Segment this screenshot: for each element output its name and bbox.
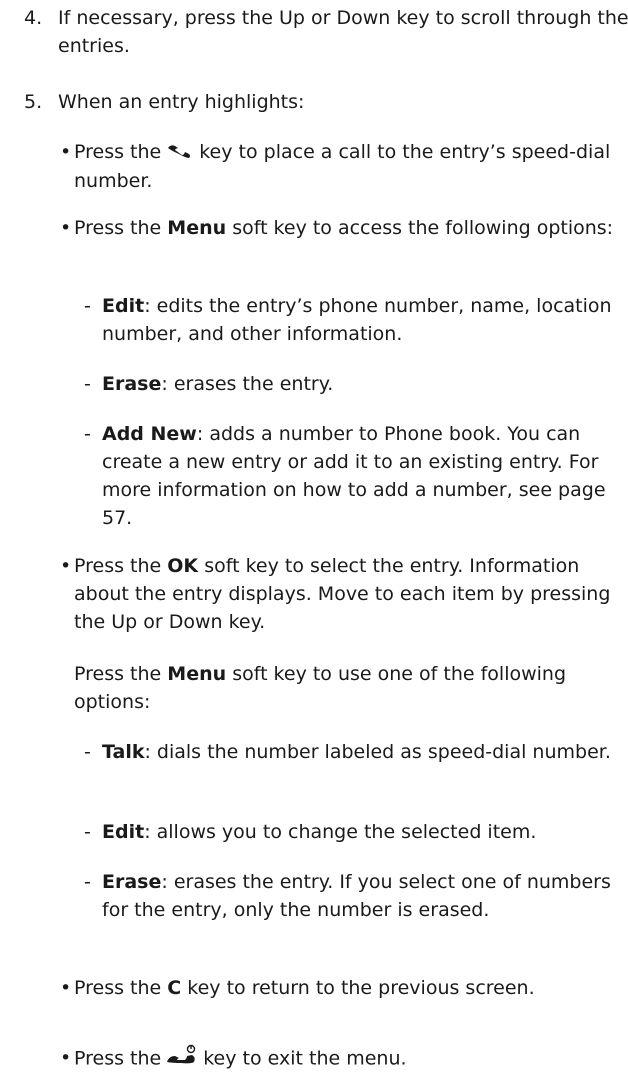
step-number: 5. bbox=[24, 91, 43, 113]
menu-key-label: Menu bbox=[167, 217, 227, 239]
bullet-dot: • bbox=[60, 555, 72, 577]
dash: - bbox=[84, 871, 91, 893]
bullet-dot: • bbox=[60, 977, 72, 999]
dash: - bbox=[84, 423, 91, 445]
option-desc: : erases the entry. bbox=[161, 373, 334, 395]
para-pre: Press the bbox=[74, 663, 162, 685]
bullet-pre: Press the bbox=[74, 217, 162, 239]
menu-key-label: Menu bbox=[167, 663, 227, 685]
bullet-dot: • bbox=[60, 217, 72, 239]
end-key-icon bbox=[165, 1044, 199, 1074]
dash: - bbox=[84, 821, 91, 843]
bullet-dot: • bbox=[60, 141, 72, 163]
dash: - bbox=[84, 295, 91, 317]
option-label: Add New bbox=[102, 423, 197, 445]
ok-key-label: OK bbox=[167, 555, 199, 577]
bullet-pre: Press the bbox=[74, 1047, 162, 1070]
ok-menu-paragraph: Press the Menu soft key to use one of th… bbox=[74, 660, 614, 716]
bullet-pre: Press the bbox=[74, 977, 162, 999]
bullet-dot: • bbox=[60, 1047, 72, 1069]
bullet-post: key to exit the menu. bbox=[203, 1047, 407, 1070]
option-label: Talk bbox=[102, 741, 145, 763]
option-desc: : edits the entry’s phone number, name, … bbox=[102, 295, 612, 345]
bullet-post: key to return to the previous screen. bbox=[187, 977, 535, 999]
step-text: When an entry highlights: bbox=[58, 91, 305, 113]
c-key-label: C bbox=[167, 977, 182, 999]
option-label: Erase bbox=[102, 871, 162, 893]
step-text: If necessary, press the Up or Down key t… bbox=[58, 7, 628, 57]
bullet-pre: Press the bbox=[74, 555, 162, 577]
step-number: 4. bbox=[24, 7, 43, 29]
option-desc: : dials the number labeled as speed-dial… bbox=[144, 741, 611, 763]
step-4: 4. If necessary, press the Up or Down ke… bbox=[24, 4, 628, 57]
bullet-post: soft key to access the following options… bbox=[232, 217, 614, 239]
option-label: Edit bbox=[102, 821, 145, 843]
option-label: Edit bbox=[102, 295, 145, 317]
dash: - bbox=[84, 741, 91, 763]
option-desc: : erases the entry. If you select one of… bbox=[102, 871, 611, 921]
bullet-pre: Press the bbox=[74, 141, 162, 163]
talk-key-icon bbox=[165, 139, 195, 167]
option-label: Erase bbox=[102, 373, 162, 395]
option-desc: : allows you to change the selected item… bbox=[144, 821, 537, 843]
dash: - bbox=[84, 373, 91, 395]
step-5: 5. When an entry highlights: bbox=[24, 88, 304, 116]
